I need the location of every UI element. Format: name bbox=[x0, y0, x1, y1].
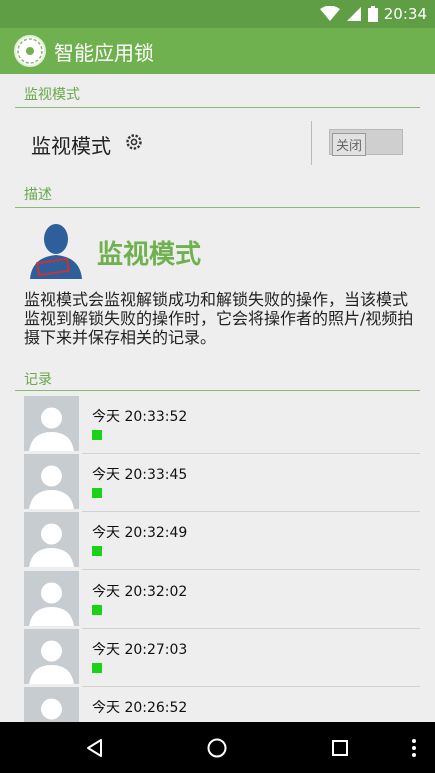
record-time: 今天 20:27:03 bbox=[92, 642, 188, 658]
description-text: 监视模式会监视解锁成功和解锁失败的操作，当该模式监视到解锁失败的操作时，它会将操… bbox=[24, 290, 414, 347]
overflow-menu-button[interactable] bbox=[401, 735, 427, 761]
navigation-bar bbox=[0, 722, 435, 773]
record-photo[interactable] bbox=[24, 454, 79, 509]
record-time: 今天 20:33:45 bbox=[92, 467, 188, 483]
home-icon bbox=[207, 738, 227, 758]
status-time: 20:34 bbox=[383, 5, 427, 23]
list-item[interactable]: 今天 20:32:02 bbox=[24, 571, 420, 629]
status-dot bbox=[92, 546, 102, 556]
monitor-avatar-icon bbox=[30, 224, 82, 279]
list-item[interactable]: 今天 20:33:52 bbox=[24, 396, 420, 454]
vertical-divider bbox=[311, 121, 312, 165]
toggle-label: 关闭 bbox=[332, 133, 367, 156]
avatar-placeholder-icon bbox=[41, 698, 62, 720]
description-title: 监视模式 bbox=[97, 240, 202, 270]
battery-icon bbox=[367, 6, 378, 22]
status-dot bbox=[92, 430, 102, 440]
avatar-placeholder-icon bbox=[29, 640, 74, 684]
record-time: 今天 20:32:02 bbox=[92, 584, 188, 600]
avatar-placeholder-icon bbox=[29, 407, 74, 451]
avatar-placeholder-icon bbox=[29, 582, 74, 626]
record-photo[interactable] bbox=[24, 396, 79, 451]
section-header-records: 记录 bbox=[24, 372, 52, 388]
row-divider bbox=[82, 569, 420, 570]
recents-button[interactable] bbox=[327, 735, 353, 761]
record-photo[interactable] bbox=[24, 512, 79, 567]
section-divider bbox=[15, 107, 420, 108]
avatar-placeholder-icon bbox=[29, 465, 74, 509]
status-dot bbox=[92, 663, 102, 673]
list-item[interactable]: 今天 20:32:49 bbox=[24, 512, 420, 570]
back-button[interactable] bbox=[82, 735, 108, 761]
section-header-monitor: 监视模式 bbox=[24, 87, 80, 103]
record-time: 今天 20:26:52 bbox=[92, 700, 188, 716]
list-item[interactable]: 今天 20:27:03 bbox=[24, 629, 420, 687]
record-photo[interactable] bbox=[24, 629, 79, 684]
app-logo bbox=[14, 35, 46, 67]
monitor-mode-label: 监视模式 bbox=[31, 134, 111, 158]
monitor-mode-toggle[interactable]: 关闭 bbox=[329, 129, 403, 156]
record-photo[interactable] bbox=[24, 571, 79, 626]
section-divider bbox=[15, 390, 420, 391]
wifi-icon bbox=[319, 6, 340, 21]
signal-icon bbox=[346, 7, 361, 21]
back-icon bbox=[87, 739, 102, 757]
record-photo[interactable] bbox=[24, 687, 79, 722]
record-time: 今天 20:32:49 bbox=[92, 525, 188, 541]
status-dot bbox=[92, 605, 102, 615]
section-divider bbox=[15, 207, 420, 208]
overflow-icon bbox=[412, 739, 416, 757]
home-button[interactable] bbox=[204, 735, 230, 761]
app-bar: 智能应用锁 bbox=[0, 28, 435, 74]
app-title: 智能应用锁 bbox=[54, 40, 154, 65]
content[interactable]: 监视模式 监视模式 关闭 描述 监视模式 监视模式会监视解锁成功和解锁失败的操作… bbox=[0, 74, 435, 722]
list-item[interactable]: 今天 20:26:52 bbox=[24, 687, 420, 722]
record-time: 今天 20:33:52 bbox=[92, 409, 188, 425]
recents-icon bbox=[332, 740, 348, 756]
status-bar: 20:34 bbox=[0, 0, 435, 28]
avatar-placeholder-icon bbox=[29, 523, 74, 567]
section-header-description: 描述 bbox=[24, 187, 52, 203]
gear-icon[interactable] bbox=[124, 132, 144, 152]
status-dot bbox=[92, 488, 102, 498]
list-item[interactable]: 今天 20:33:45 bbox=[24, 454, 420, 512]
